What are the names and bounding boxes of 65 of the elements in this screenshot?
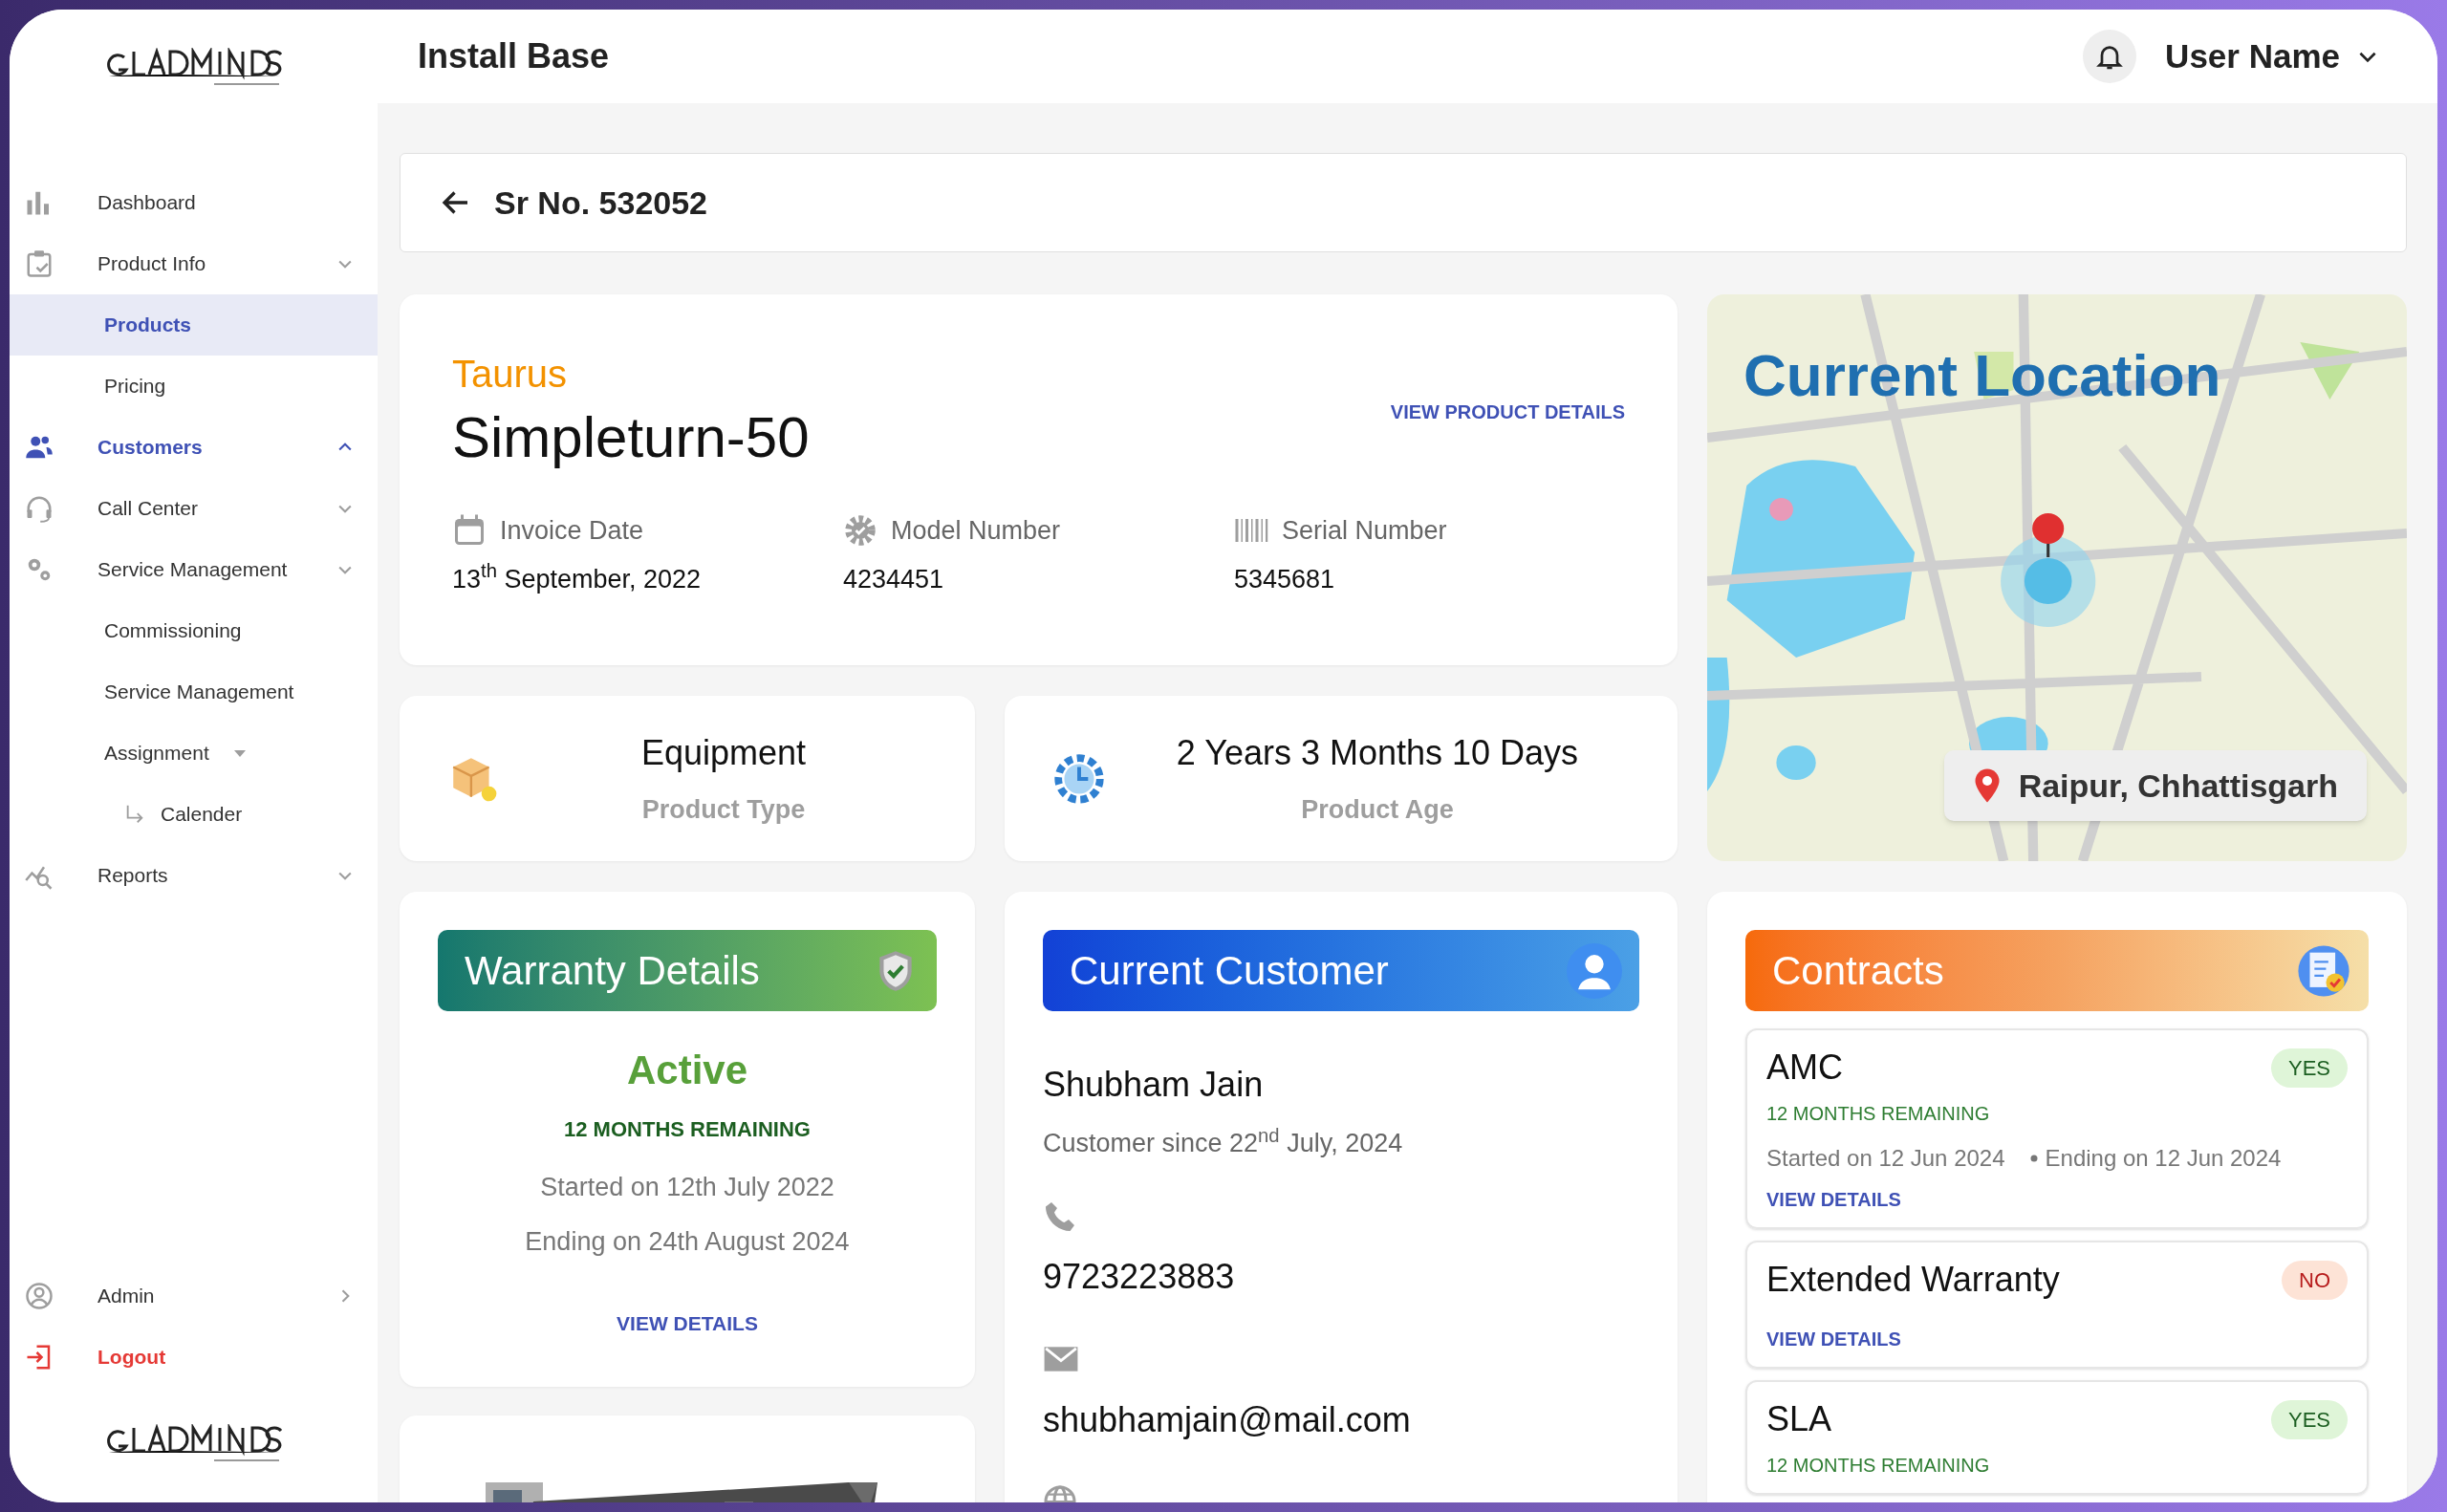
map-title: Current Location (1743, 341, 2221, 410)
banner-title: Warranty Details (465, 947, 760, 995)
sidebar-subitem[interactable]: Products (10, 294, 378, 356)
sidebar-item[interactable]: Call Center (97, 493, 336, 524)
clock-gear-icon (1052, 751, 1106, 806)
contract-name: Extended Warranty (1766, 1259, 2060, 1301)
brand-name: Taurus (452, 352, 569, 397)
product-name: Simpleturn-50 (452, 404, 810, 471)
contract-name: SLA (1766, 1398, 1832, 1440)
sidebar-item[interactable]: Admin (97, 1281, 336, 1311)
view-details-link[interactable]: VIEW DETAILS (1766, 1185, 1901, 1214)
end-date: Ending on 24th August 2024 (525, 1225, 850, 1258)
gear-icon (843, 513, 877, 549)
stat-value: 2 Years 3 Months 10 Days (1176, 732, 1579, 775)
email-address: shubhamjain@mail.com (1043, 1398, 1412, 1441)
sidebar-subitem[interactable]: Commissioning (10, 600, 378, 661)
phone-number: 9723223883 (1043, 1255, 1236, 1298)
end-date: Ending on 12 Jun 2024 (2045, 1144, 2282, 1173)
document-check-icon (2296, 942, 2351, 999)
sidebar-subitem[interactable]: Pricing (10, 356, 378, 417)
banner-title: Current Customer (1070, 947, 1389, 995)
serial-number-title: Sr No. 532052 (494, 183, 708, 223)
headset-icon (25, 494, 54, 523)
sidebar-item[interactable]: Service Management (97, 554, 336, 585)
warranty-status: Active (626, 1047, 748, 1094)
location-name: Raipur, Chhattisgarh (2018, 766, 2338, 806)
banner-title: Contracts (1772, 947, 1944, 995)
field-value: 5345681 (1234, 563, 1336, 595)
field-label: Model Number (891, 515, 1061, 547)
user-menu-button[interactable]: User Name (2165, 31, 2380, 82)
sidebar-subitem[interactable]: Service Management (10, 661, 378, 723)
view-details-link[interactable]: VIEW DETAILS (617, 1308, 758, 1339)
stat-value: Equipment (640, 732, 807, 775)
start-date: Started on 12th July 2022 (540, 1172, 834, 1203)
field-value: 4234451 (843, 563, 945, 595)
sidebar-subitem[interactable]: Assignment (10, 723, 378, 784)
start-date: Started on 12 Jun 2024 (1766, 1144, 2005, 1173)
field-value: 13$^{th}$ September, 2022 (452, 559, 703, 595)
page-title: Install Base (418, 35, 611, 77)
status-badge: NO (2282, 1260, 2348, 1300)
view-details-link[interactable]: VIEW DETAILS (1766, 1325, 1901, 1353)
sidebar-subitem[interactable]: Calender (161, 799, 243, 830)
customer-since: Customer since 22$^{nd}$ July, 2024 (1043, 1124, 1404, 1159)
clipboard-icon (25, 249, 54, 278)
field-label: Invoice Date (500, 515, 644, 547)
view-product-details-link[interactable]: VIEW PRODUCT DETAILS (1390, 398, 1625, 426)
bullet-icon (2029, 1155, 2038, 1162)
field-label: Serial Number (1282, 515, 1447, 547)
logout-link[interactable]: Logout (97, 1342, 355, 1372)
remaining-text: 12 MONTHS REMAINING (564, 1116, 811, 1143)
status-badge: YES (2270, 1399, 2348, 1439)
sidebar-item[interactable]: Dashboard (97, 187, 355, 218)
remaining-text: 12 MONTHS REMAINING (1766, 1454, 1991, 1478)
remaining-text: 12 MONTHS REMAINING (1766, 1102, 1991, 1126)
sidebar-item[interactable]: Reports (97, 860, 336, 891)
user-circle-icon (25, 1282, 54, 1310)
sidebar-item[interactable]: Product Info (97, 248, 336, 279)
stat-label: Product Age (1301, 794, 1454, 827)
turn-arrow-icon (124, 804, 145, 825)
sidebar-item[interactable]: Customers (97, 432, 336, 463)
customer-name: Shubham Jain (1043, 1064, 1265, 1106)
contract-name: AMC (1766, 1047, 1843, 1089)
stat-label: Product Type (641, 794, 806, 827)
status-badge: YES (2270, 1048, 2348, 1088)
user-avatar-icon (1567, 942, 1622, 999)
